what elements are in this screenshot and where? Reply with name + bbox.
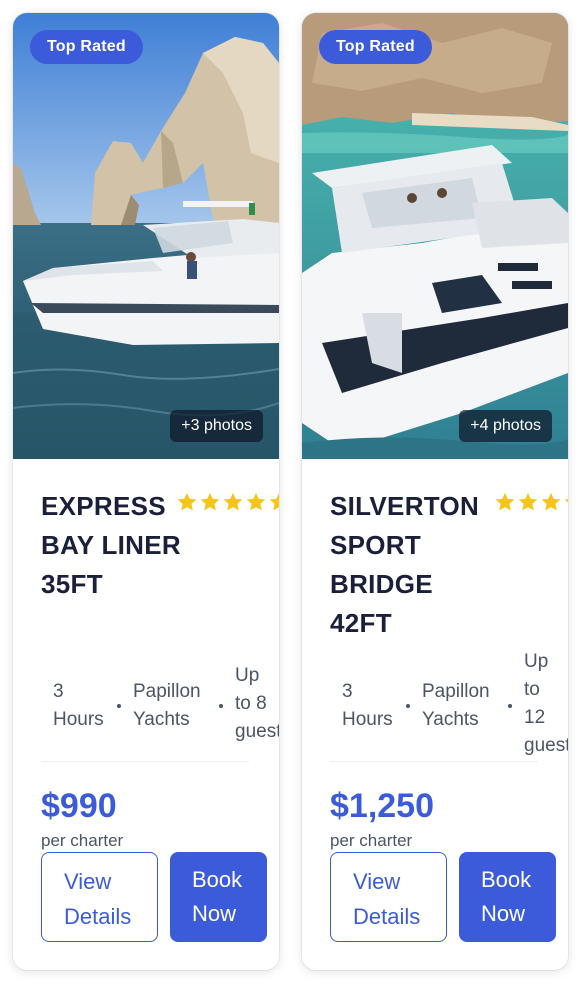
more-photos-button[interactable]: +3 photos [170, 410, 263, 442]
rating-stars [494, 491, 568, 513]
rating-stars [176, 491, 279, 513]
yacht-card[interactable]: Top Rated +4 photos SILVERTON SPORT BRID… [302, 13, 568, 970]
view-details-button[interactable]: View Details [330, 852, 447, 942]
star-icon [518, 492, 538, 511]
yacht-card[interactable]: Top Rated +3 photos EXPRESS BAY LINER 35… [13, 13, 279, 970]
star-icon [177, 492, 197, 511]
price-unit: per charter [330, 831, 413, 850]
trip-details: 3 Hours Papillon Yachts Up to 8 guests [41, 656, 279, 756]
star-icon [495, 492, 515, 511]
star-icon [541, 492, 561, 511]
star-icon [269, 492, 279, 511]
yacht-title: SILVERTON SPORT BRIDGE 42FT [330, 491, 480, 638]
divider [41, 761, 249, 762]
star-icon [223, 492, 243, 511]
price-unit: per charter [41, 831, 124, 850]
yacht-photo[interactable] [13, 13, 279, 459]
duration-text: 3 Hours [342, 681, 393, 730]
yacht-title: EXPRESS BAY LINER 35FT [41, 491, 181, 599]
yacht-photo[interactable] [302, 13, 568, 459]
price: $990 [41, 787, 117, 825]
price: $1,250 [330, 787, 434, 825]
top-rated-badge: Top Rated [319, 30, 432, 64]
duration-text: 3 Hours [53, 681, 104, 730]
trip-details: 3 Hours Papillon Yachts Up to 12 guests [330, 651, 568, 756]
star-icon [200, 492, 220, 511]
book-now-button[interactable]: Book Now [170, 852, 267, 942]
view-details-button[interactable]: View Details [41, 852, 158, 942]
guests-text: Up to 12 guests [524, 651, 568, 756]
book-now-button[interactable]: Book Now [459, 852, 556, 942]
operator-text: Papillon Yachts [422, 681, 490, 730]
more-photos-button[interactable]: +4 photos [459, 410, 552, 442]
divider [330, 761, 538, 762]
guests-text: Up to 8 guests [235, 665, 279, 742]
star-icon [564, 499, 568, 503]
top-rated-badge: Top Rated [30, 30, 143, 64]
star-icon [246, 492, 266, 511]
operator-text: Papillon Yachts [133, 681, 201, 730]
